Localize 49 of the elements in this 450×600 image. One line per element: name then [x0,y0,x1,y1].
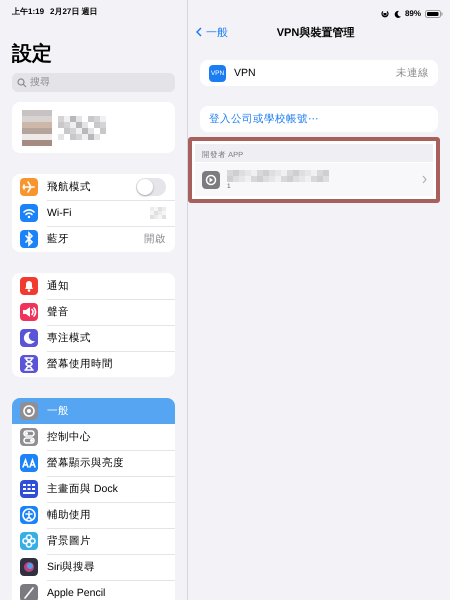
wifi-icon [20,204,38,222]
blurred-value [150,206,166,218]
settings-item[interactable]: Apple Pencil [12,580,175,600]
vpn-status: 未連線 [396,66,429,80]
settings-item[interactable]: 藍牙 開啟 [12,226,175,252]
chevron-right-icon [422,175,427,184]
status-time: 上午1:19 [12,6,44,18]
settings-item[interactable]: 飛航模式 [12,174,175,200]
chevron-left-icon [196,27,202,37]
settings-item[interactable]: 輔助使用 [12,502,175,528]
toggle-switch[interactable] [136,178,166,196]
vpn-label: VPN [234,67,257,79]
speaker-icon [20,303,38,321]
settings-item[interactable]: Wi-Fi [12,200,175,226]
toggles-icon [20,428,38,446]
bell-icon [20,277,38,295]
profile-card[interactable] [12,102,175,153]
settings-item[interactable]: 控制中心 [12,424,175,450]
airplane-icon [20,178,38,196]
settings-item[interactable]: 通知 [12,273,175,299]
settings-item[interactable]: 主畫面與 Dock [12,476,175,502]
search-field[interactable]: 搜尋 [12,73,175,92]
settings-item[interactable]: 聲音 [12,299,175,325]
settings-item[interactable]: 背景圖片 [12,528,175,554]
settings-item[interactable]: 專注模式 [12,325,175,351]
hourglass-icon [20,355,38,373]
app-grid-icon [20,480,38,498]
blurred-name [58,116,106,140]
settings-item[interactable]: 螢幕顯示與亮度 [12,450,175,476]
sidebar-title: 設定 [12,42,53,67]
battery-icon [425,10,443,18]
page-title: VPN與裝置管理 [276,26,354,38]
moon-icon [394,10,401,18]
search-icon [17,78,27,88]
app-icon [202,170,220,188]
moon-icon [20,329,38,347]
settings-item[interactable]: 螢幕使用時間 [12,351,175,377]
bluetooth-icon [20,230,38,248]
battery-percent: 89% [404,9,421,18]
text-size-icon [20,454,38,472]
back-button[interactable]: 一般 [196,24,228,40]
status-date: 2月27日 週日 [50,6,98,18]
orb-icon [20,558,38,576]
flower-icon [20,532,38,550]
accessibility-icon [20,506,38,524]
blurred-avatar [22,110,52,146]
settings-item[interactable]: Siri與搜尋 [12,554,175,580]
search-input[interactable]: 搜尋 [30,77,150,88]
row-value: 開啟 [144,232,166,246]
